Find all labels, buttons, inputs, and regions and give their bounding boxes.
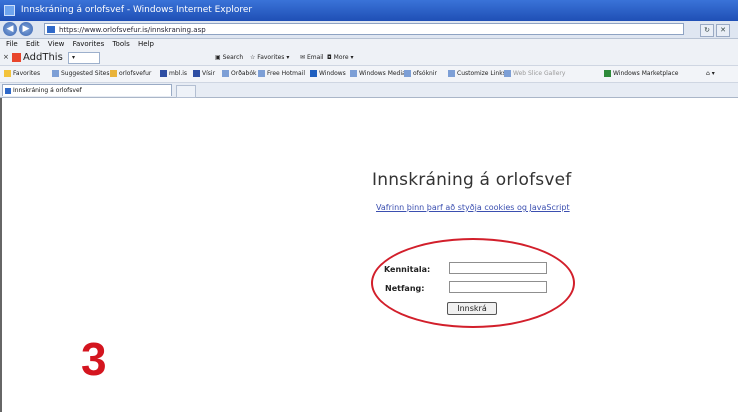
window-edge — [0, 98, 2, 412]
stop-icon[interactable]: ✕ — [716, 24, 730, 37]
favorite-item[interactable]: Suggested Sites — [52, 66, 109, 82]
menu-edit[interactable]: Edit — [26, 40, 40, 48]
addthis-icon — [12, 52, 21, 62]
favorites-toolbar-button[interactable]: ☆ Favorites ▾ — [250, 53, 289, 62]
menu-file[interactable]: File — [6, 40, 18, 48]
new-tab-button[interactable] — [176, 85, 196, 98]
address-url: https://www.orlofsvefur.is/innskraning.a… — [59, 26, 206, 34]
addthis-button[interactable]: AddThis — [12, 51, 63, 64]
highlight-ellipse — [371, 238, 575, 328]
cookies-link[interactable]: Vafrinn þinn þarf að styðja cookies og J… — [376, 203, 570, 212]
addthis-dropdown[interactable]: ▾ — [68, 52, 100, 64]
tab-row: Innskráning á orlofsvef — [0, 83, 738, 98]
favorite-item[interactable]: Customize Links — [448, 66, 506, 82]
favorite-item[interactable]: Web Slice Gallery — [504, 66, 565, 82]
address-bar-row: ◀ ▶ https://www.orlofsvefur.is/innskrani… — [0, 21, 738, 39]
favorite-item[interactable]: ofsóknir — [404, 66, 437, 82]
step-number: 3 — [81, 333, 107, 385]
menu-view[interactable]: View — [48, 40, 65, 48]
menu-favorites[interactable]: Favorites — [73, 40, 105, 48]
window-title-bar: Innskráning á orlofsvef - Windows Intern… — [0, 0, 738, 21]
window-title: Innskráning á orlofsvef - Windows Intern… — [20, 5, 253, 15]
star-icon — [4, 70, 11, 77]
command-toolbar: × AddThis ▾ ▣ Search ☆ Favorites ▾ ✉ Ema… — [0, 50, 738, 66]
favorites-button[interactable]: Favorites — [4, 66, 40, 82]
favorite-item[interactable]: Orðabók — [222, 66, 257, 82]
favorite-item[interactable]: Windows Media — [350, 66, 406, 82]
search-button[interactable]: ▣ Search — [215, 53, 243, 62]
refresh-icon[interactable]: ↻ — [700, 24, 714, 37]
ie-icon — [4, 5, 15, 16]
page-icon — [47, 26, 55, 33]
favorites-bar: Favorites Suggested Sites orlofsvefur mb… — [0, 66, 738, 83]
menu-tools[interactable]: Tools — [112, 40, 129, 48]
address-input[interactable]: https://www.orlofsvefur.is/innskraning.a… — [44, 23, 684, 35]
email-button[interactable]: ✉ Email — [300, 53, 324, 62]
close-toolbar-icon[interactable]: × — [3, 53, 9, 61]
back-arrow-icon[interactable]: ◀ — [3, 22, 17, 36]
favorite-item[interactable]: Windows Marketplace — [604, 66, 678, 82]
favorite-item[interactable]: mbl.is — [160, 66, 187, 82]
home-icon[interactable]: ⌂ ▾ — [706, 66, 715, 82]
tab-active[interactable]: Innskráning á orlofsvef — [2, 84, 172, 96]
menu-help[interactable]: Help — [138, 40, 154, 48]
favorite-item[interactable]: Windows — [310, 66, 346, 82]
favorite-item[interactable]: Vísir — [193, 66, 215, 82]
favorite-item[interactable]: orlofsvefur — [110, 66, 151, 82]
tab-title: Innskráning á orlofsvef — [13, 87, 82, 94]
menu-bar: File Edit View Favorites Tools Help — [0, 39, 738, 50]
forward-arrow-icon[interactable]: ▶ — [19, 22, 33, 36]
page-title: Innskráning á orlofsvef — [372, 170, 572, 190]
favorite-item[interactable]: Free Hotmail — [258, 66, 305, 82]
tab-page-icon — [5, 88, 11, 94]
page-content — [0, 98, 738, 412]
more-button[interactable]: ◘ More ▾ — [327, 53, 353, 62]
